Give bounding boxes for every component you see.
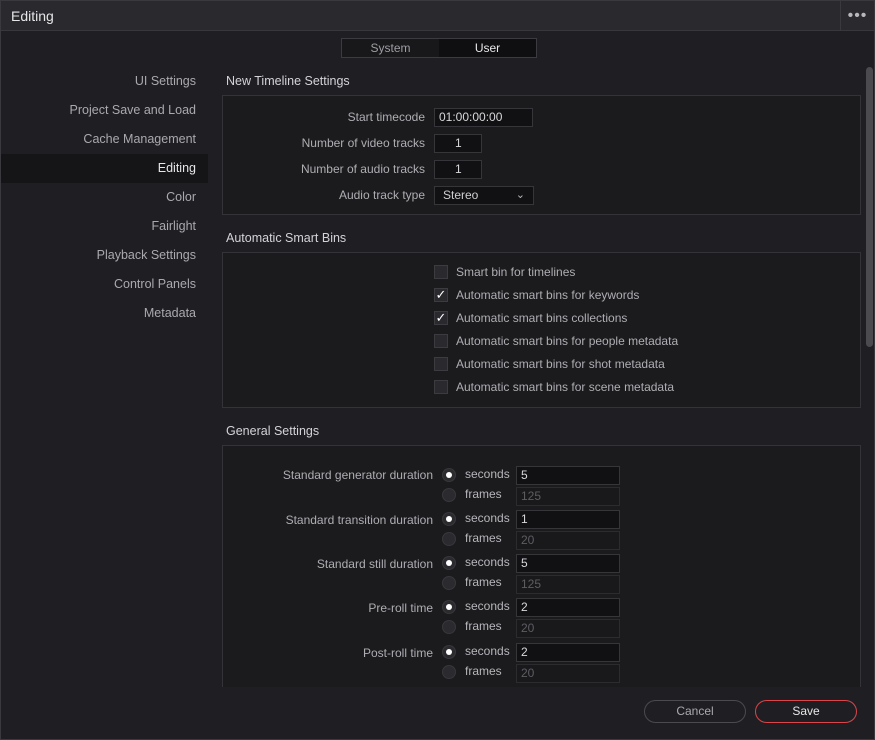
- sidebar-item-control-panels[interactable]: Control Panels: [1, 270, 208, 299]
- sidebar-item-metadata[interactable]: Metadata: [1, 299, 208, 328]
- frames-label: frames: [465, 531, 502, 545]
- chevron-down-icon: ⌄: [515, 189, 525, 201]
- transition-seconds-field[interactable]: 1: [516, 510, 620, 529]
- seconds-label: seconds: [465, 467, 510, 481]
- video-tracks-field[interactable]: 1: [434, 134, 482, 153]
- sidebar: UI Settings Project Save and Load Cache …: [1, 67, 208, 328]
- audio-track-type-label: Audio track type: [338, 188, 425, 202]
- sidebar-item-ui-settings[interactable]: UI Settings: [1, 67, 208, 96]
- start-timecode-field[interactable]: 01:00:00:00: [434, 108, 533, 127]
- radio-frames[interactable]: [442, 488, 456, 502]
- timeline-settings-panel: Start timecode 01:00:00:00 Number of vid…: [222, 95, 861, 215]
- checkbox-scene-metadata[interactable]: [434, 380, 448, 394]
- smart-bins-panel: Smart bin for timelines ✓ Automatic smar…: [222, 252, 861, 408]
- radio-seconds[interactable]: [442, 556, 456, 570]
- seconds-label: seconds: [465, 644, 510, 658]
- scrollbar[interactable]: [866, 67, 873, 347]
- seconds-label: seconds: [465, 511, 510, 525]
- still-frames-field[interactable]: 125: [516, 575, 620, 594]
- save-button[interactable]: Save: [755, 700, 857, 723]
- post-roll-label: Post-roll time: [362, 646, 433, 660]
- sidebar-item-fairlight[interactable]: Fairlight: [1, 212, 208, 241]
- radio-seconds[interactable]: [442, 512, 456, 526]
- transition-duration-label: Standard transition duration: [285, 513, 433, 527]
- tab-user[interactable]: User: [439, 39, 536, 57]
- system-user-toggle: System User: [341, 38, 537, 58]
- radio-seconds[interactable]: [442, 645, 456, 659]
- video-tracks-label: Number of video tracks: [301, 136, 425, 150]
- audio-track-type-select[interactable]: Stereo ⌄: [434, 186, 534, 205]
- radio-seconds[interactable]: [442, 600, 456, 614]
- sidebar-item-editing[interactable]: Editing: [1, 154, 208, 183]
- checkbox-shot-metadata[interactable]: [434, 357, 448, 371]
- sidebar-item-playback-settings[interactable]: Playback Settings: [1, 241, 208, 270]
- frames-label: frames: [465, 664, 502, 678]
- general-settings-panel: Standard generator duration seconds 5 fr…: [222, 445, 861, 687]
- radio-frames[interactable]: [442, 532, 456, 546]
- radio-frames[interactable]: [442, 620, 456, 634]
- checkbox-label: Automatic smart bins for keywords: [456, 288, 640, 302]
- checkbox-label: Automatic smart bins for people metadata: [456, 334, 679, 348]
- post-roll-seconds-field[interactable]: 2: [516, 643, 620, 662]
- frames-label: frames: [465, 575, 502, 589]
- checkbox-people-metadata[interactable]: [434, 334, 448, 348]
- window-title: Editing: [11, 8, 54, 24]
- section-title-timeline: New Timeline Settings: [226, 74, 350, 88]
- cancel-button[interactable]: Cancel: [644, 700, 746, 723]
- settings-content: New Timeline Settings Start timecode 01:…: [222, 67, 862, 687]
- checkbox-label: Automatic smart bins for scene metadata: [456, 380, 675, 394]
- generator-frames-field[interactable]: 125: [516, 487, 620, 506]
- audio-tracks-field[interactable]: 1: [434, 160, 482, 179]
- audio-track-type-value: Stereo: [443, 188, 479, 202]
- post-roll-frames-field[interactable]: 20: [516, 664, 620, 683]
- checkbox-label: Smart bin for timelines: [456, 265, 576, 279]
- still-duration-label: Standard still duration: [316, 557, 433, 571]
- transition-frames-field[interactable]: 20: [516, 531, 620, 550]
- pre-roll-label: Pre-roll time: [368, 601, 433, 615]
- audio-tracks-label: Number of audio tracks: [300, 162, 425, 176]
- radio-frames[interactable]: [442, 665, 456, 679]
- checkbox-label: Automatic smart bins collections: [456, 311, 628, 325]
- pre-roll-seconds-field[interactable]: 2: [516, 598, 620, 617]
- checkbox-smart-bin-timelines[interactable]: [434, 265, 448, 279]
- frames-label: frames: [465, 619, 502, 633]
- checkbox-label: Automatic smart bins for shot metadata: [456, 357, 665, 371]
- frames-label: frames: [465, 487, 502, 501]
- radio-frames[interactable]: [442, 576, 456, 590]
- seconds-label: seconds: [465, 599, 510, 613]
- editing-preferences-window: Editing ••• System User UI Settings Proj…: [0, 0, 875, 740]
- start-timecode-label: Start timecode: [347, 110, 425, 124]
- sidebar-item-cache-management[interactable]: Cache Management: [1, 125, 208, 154]
- title-bar: Editing •••: [1, 1, 874, 31]
- more-options-icon[interactable]: •••: [840, 1, 874, 31]
- sidebar-item-project-save-and-load[interactable]: Project Save and Load: [1, 96, 208, 125]
- generator-duration-label: Standard generator duration: [282, 468, 433, 482]
- pre-roll-frames-field[interactable]: 20: [516, 619, 620, 638]
- sidebar-item-color[interactable]: Color: [1, 183, 208, 212]
- section-title-smart-bins: Automatic Smart Bins: [226, 231, 347, 245]
- checkbox-keywords[interactable]: ✓: [434, 288, 448, 302]
- still-seconds-field[interactable]: 5: [516, 554, 620, 573]
- section-title-general: General Settings: [226, 424, 320, 438]
- tab-system[interactable]: System: [342, 39, 439, 57]
- radio-seconds[interactable]: [442, 468, 456, 482]
- generator-seconds-field[interactable]: 5: [516, 466, 620, 485]
- checkbox-collections[interactable]: ✓: [434, 311, 448, 325]
- seconds-label: seconds: [465, 555, 510, 569]
